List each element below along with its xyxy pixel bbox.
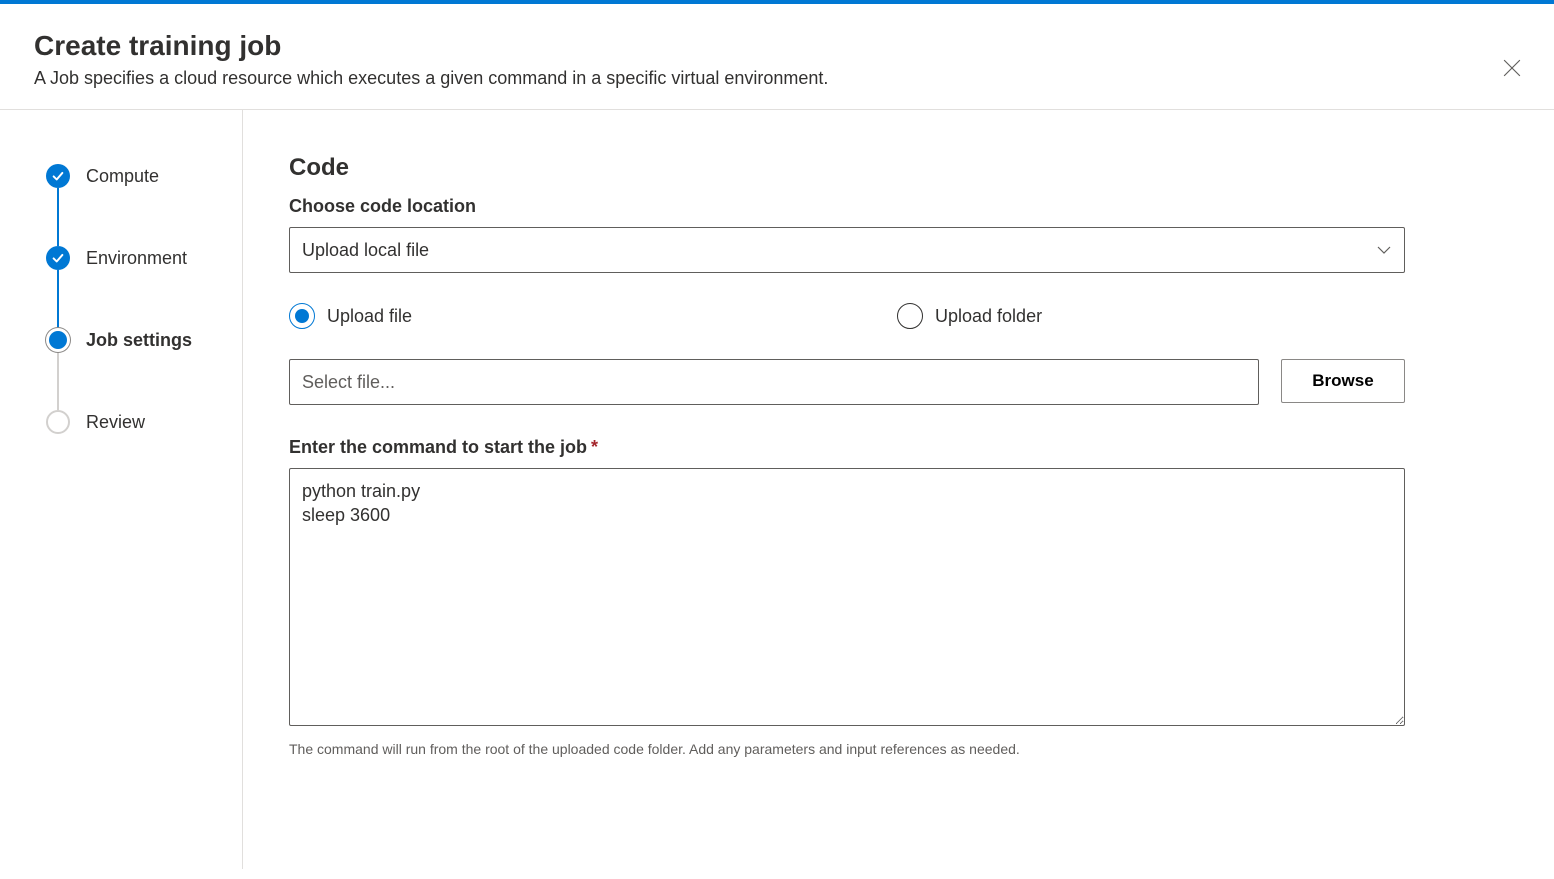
step-indicator-pending xyxy=(46,410,70,434)
required-asterisk: * xyxy=(591,437,598,457)
radio-indicator-selected xyxy=(289,303,315,329)
choose-code-location-label: Choose code location xyxy=(289,196,1508,217)
upload-type-radio-group: Upload file Upload folder xyxy=(289,303,1405,329)
page-title: Create training job xyxy=(34,30,1520,62)
step-indicator-current xyxy=(49,331,67,349)
radio-dot xyxy=(295,309,309,323)
code-section-title: Code xyxy=(289,154,1508,182)
file-select-row: Browse xyxy=(289,359,1405,405)
step-connector xyxy=(57,270,59,328)
step-job-settings[interactable]: Job settings xyxy=(46,328,212,352)
step-label: Environment xyxy=(86,248,187,269)
radio-label: Upload file xyxy=(327,306,412,327)
step-compute[interactable]: Compute xyxy=(46,164,212,188)
browse-button[interactable]: Browse xyxy=(1281,359,1405,403)
command-label-text: Enter the command to start the job xyxy=(289,437,587,457)
upload-folder-radio[interactable]: Upload folder xyxy=(897,303,1405,329)
dialog-header: Create training job A Job specifies a cl… xyxy=(0,4,1554,110)
code-location-select[interactable]: Upload local file xyxy=(289,227,1405,273)
radio-label: Upload folder xyxy=(935,306,1042,327)
wizard-steps-sidebar: Compute Environment Job settings Review xyxy=(0,110,243,869)
page-subtitle: A Job specifies a cloud resource which e… xyxy=(34,68,1520,89)
code-location-select-box[interactable]: Upload local file xyxy=(289,227,1405,273)
step-label: Review xyxy=(86,412,145,433)
step-indicator-done xyxy=(46,164,70,188)
step-connector xyxy=(57,352,59,410)
step-label: Job settings xyxy=(86,330,192,351)
step-review[interactable]: Review xyxy=(46,410,212,434)
dialog-body: Compute Environment Job settings Review … xyxy=(0,110,1554,869)
step-indicator-done xyxy=(46,246,70,270)
step-connector xyxy=(57,188,59,246)
step-label: Compute xyxy=(86,166,159,187)
command-label: Enter the command to start the job* xyxy=(289,437,1508,458)
upload-file-radio[interactable]: Upload file xyxy=(289,303,797,329)
radio-indicator xyxy=(897,303,923,329)
close-icon xyxy=(1503,59,1521,77)
file-path-input[interactable] xyxy=(289,359,1259,405)
command-help-text: The command will run from the root of th… xyxy=(289,741,1508,757)
checkmark-icon xyxy=(51,169,65,183)
main-content: Code Choose code location Upload local f… xyxy=(243,110,1554,869)
checkmark-icon xyxy=(51,251,65,265)
close-button[interactable] xyxy=(1502,58,1522,78)
step-environment[interactable]: Environment xyxy=(46,246,212,270)
command-textarea[interactable] xyxy=(289,468,1405,726)
